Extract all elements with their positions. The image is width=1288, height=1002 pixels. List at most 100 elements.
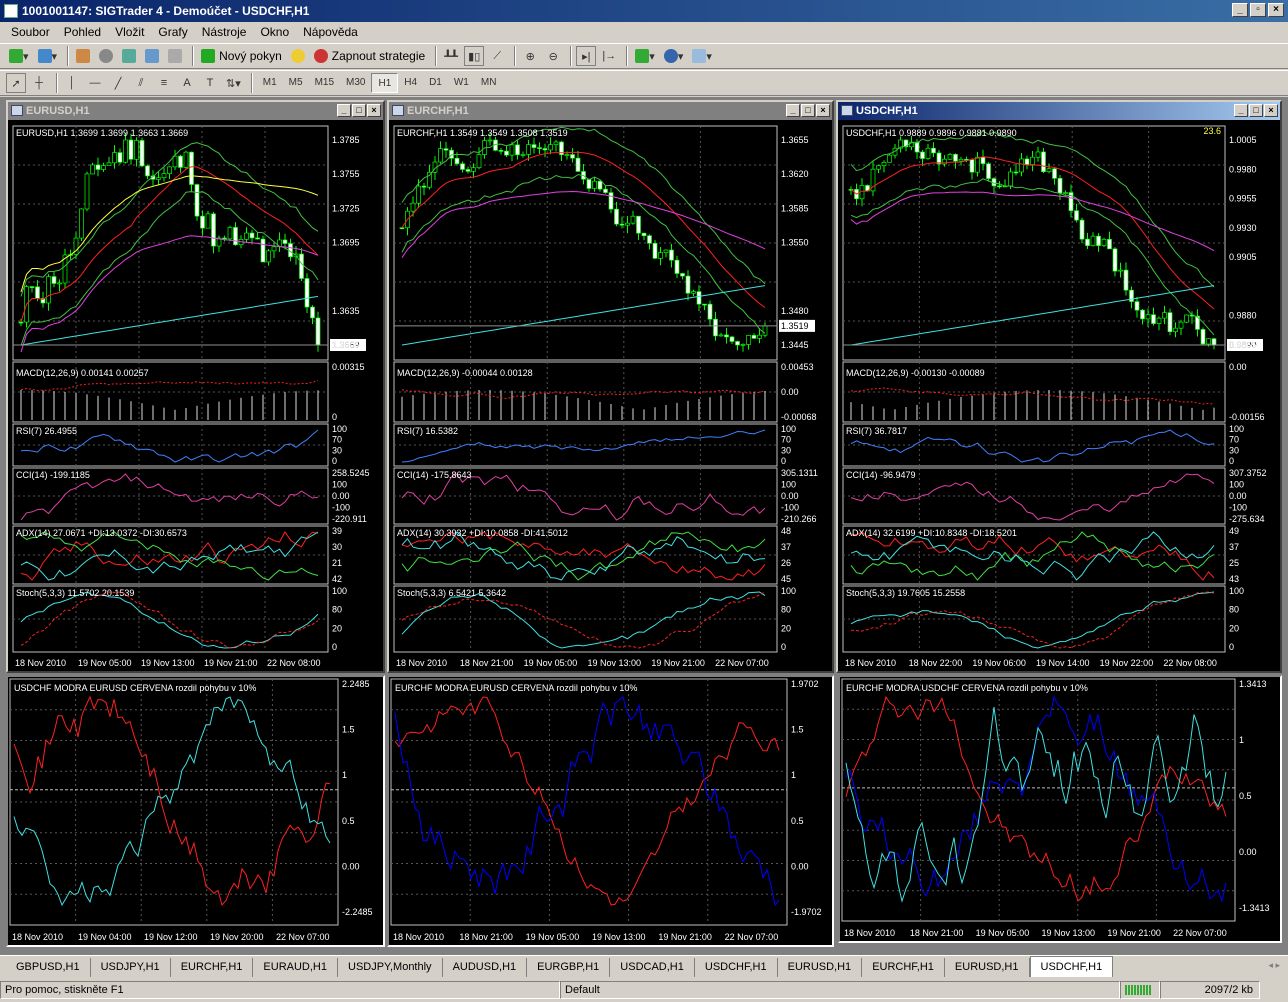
tab-usdcad[interactable]: USDCAD,H1 [610,958,695,977]
crosshair-tool[interactable]: ┼ [29,73,49,93]
chart-canvas[interactable]: 1.3669 1.3785 1.3755 1.3725 1.3695 1.3635 1.36… [8,120,383,671]
chart-minimize-button[interactable]: _ [337,104,351,117]
candle [570,154,575,159]
chart-close-button[interactable]: × [367,104,381,117]
fibo-tool[interactable]: ≡ [154,73,174,93]
chart-window-titlebar[interactable]: USDCHF,H1 _ □ × [838,102,1280,120]
menu-soubor[interactable]: Soubor [4,25,57,39]
cursor-tool[interactable]: ➚ [6,73,26,93]
vertical-line-tool[interactable]: │ [62,73,82,93]
profiles-button[interactable]: ▾ [35,46,61,66]
tab-scroll-arrows[interactable]: ◂ ▸ [1268,960,1280,971]
tf-d1[interactable]: D1 [423,73,448,93]
tab-eurusd-2[interactable]: EURUSD,H1 [945,958,1030,977]
periods-button[interactable]: ▾ [661,46,687,66]
metaeditor-button[interactable] [288,46,308,66]
chart-window-usdchf[interactable]: USDCHF,H1 _ □ × 0.9890 1.0005 0.9980 0.9955 0.… [836,100,1282,673]
chart-canvas[interactable]: 0.9890 1.0005 0.9980 0.9955 0.9930 0.9905 0.98… [838,120,1280,671]
tab-eurchf[interactable]: EURCHF,H1 [171,958,254,977]
tf-m30[interactable]: M30 [340,73,371,93]
candle [1140,309,1145,320]
chart-window-titlebar[interactable]: EURUSD,H1 _ □ × [8,102,383,120]
candle [57,282,62,285]
correlation-chart-3[interactable]: EURCHF MODRA USDCHF CERVENA rozdil pohyb… [838,675,1282,943]
stoch-tick: 20 [781,623,791,633]
tab-euraud[interactable]: EURAUD,H1 [253,958,338,977]
label-tool[interactable]: T [200,73,220,93]
candle [740,344,746,346]
tf-mn[interactable]: MN [475,73,503,93]
candle [205,213,211,229]
minimize-button[interactable]: _ [1232,3,1248,17]
strategy-button[interactable]: Zapnout strategie [311,46,428,66]
menu-napoveda[interactable]: Nápověda [296,25,365,39]
trendline-tool[interactable]: ╱ [108,73,128,93]
tf-m15[interactable]: M15 [309,73,340,93]
arrows-tool[interactable]: ⇅▾ [223,73,244,93]
zoom-out-button[interactable]: ⊖ [543,46,563,66]
chart-window-eurusd[interactable]: EURUSD,H1 _ □ × 1.3669 1.3785 1.3755 1.3725 1.… [6,100,385,673]
candle [84,173,90,210]
close-button[interactable]: × [1268,3,1284,17]
chart-minimize-button[interactable]: _ [1234,104,1248,117]
new-order-icon [201,49,216,63]
menu-vlozit[interactable]: Vložit [108,25,151,39]
new-order-button[interactable]: Nový pokyn [198,46,285,66]
tab-usdjpy-monthly[interactable]: USDJPY,Monthly [338,958,443,977]
restore-button[interactable]: ▫ [1250,3,1266,17]
menu-nastroje[interactable]: Nástroje [195,25,254,39]
tab-gbpusd[interactable]: GBPUSD,H1 [6,958,91,977]
correlation-chart-2[interactable]: EURCHF MODRA EURUSD CERVENA rozdil pohyb… [387,675,834,947]
candle [542,148,548,151]
chart-maximize-button[interactable]: □ [801,104,815,117]
tab-eurchf-2[interactable]: EURCHF,H1 [862,958,945,977]
tf-h1[interactable]: H1 [371,73,399,93]
tab-usdchf[interactable]: USDCHF,H1 [695,958,778,977]
zoom-in-button[interactable]: ⊕ [520,46,540,66]
menu-okno[interactable]: Okno [253,25,296,39]
chart-maximize-button[interactable]: □ [1249,104,1263,117]
candle [106,162,112,166]
indicators-button[interactable]: ▾ [632,46,658,66]
chart-window-titlebar[interactable]: EURCHF,H1 _ □ × [389,102,832,120]
menu-pohled[interactable]: Pohled [57,25,108,39]
horizontal-line-tool[interactable]: — [85,73,105,93]
chart-maximize-button[interactable]: □ [352,104,366,117]
tab-usdchf-active[interactable]: USDCHF,H1 [1029,956,1114,977]
tf-m1[interactable]: M1 [257,73,283,93]
terminal-button[interactable] [142,46,162,66]
market-watch-button[interactable] [73,46,93,66]
tf-w1[interactable]: W1 [448,73,475,93]
chart-window-eurchf[interactable]: EURCHF,H1 _ □ × 1.3519 1.3655 1.3620 1.3585 1.… [387,100,834,673]
menu-grafy[interactable]: Grafy [151,25,194,39]
tab-eurgbp[interactable]: EURGBP,H1 [527,958,611,977]
rsi-tick: 30 [781,445,791,455]
tf-h4[interactable]: H4 [398,73,423,93]
chart-shift-button[interactable]: |→ [599,46,619,66]
stoch-tick: 0 [781,642,786,652]
chart-close-button[interactable]: × [816,104,830,117]
bar-chart-button[interactable]: ┸┸ [441,46,461,66]
text-tool[interactable]: A [177,73,197,93]
cci-tick: 305.1311 [781,468,818,478]
chart-close-button[interactable]: × [1264,104,1278,117]
data-window-button[interactable] [96,46,116,66]
navigator-button[interactable] [119,46,139,66]
tf-m5[interactable]: M5 [283,73,309,93]
tester-button[interactable] [165,46,185,66]
new-chart-button[interactable]: ▾ [6,46,32,66]
zoom-in-icon: ⊕ [525,50,535,63]
templates-button[interactable]: ▾ [689,46,715,66]
correlation-chart-1[interactable]: USDCHF MODRA EURUSD CERVENA rozdil pohyb… [6,675,385,947]
line-chart-button[interactable]: ⟋ [487,46,507,66]
candle-chart-button[interactable]: ▮▯ [464,46,485,66]
candle [702,303,707,306]
tab-eurusd[interactable]: EURUSD,H1 [778,958,863,977]
tab-audusd[interactable]: AUDUSD,H1 [443,958,528,977]
date-tick: 18 Nov 2010 [845,658,896,668]
tab-usdjpy[interactable]: USDJPY,H1 [91,958,171,977]
channel-tool[interactable]: ⫽ [131,73,151,93]
chart-minimize-button[interactable]: _ [786,104,800,117]
chart-canvas[interactable]: 1.3519 1.3655 1.3620 1.3585 1.3550 1.3480 1.34… [389,120,832,671]
auto-scroll-button[interactable]: ▸| [576,46,597,66]
